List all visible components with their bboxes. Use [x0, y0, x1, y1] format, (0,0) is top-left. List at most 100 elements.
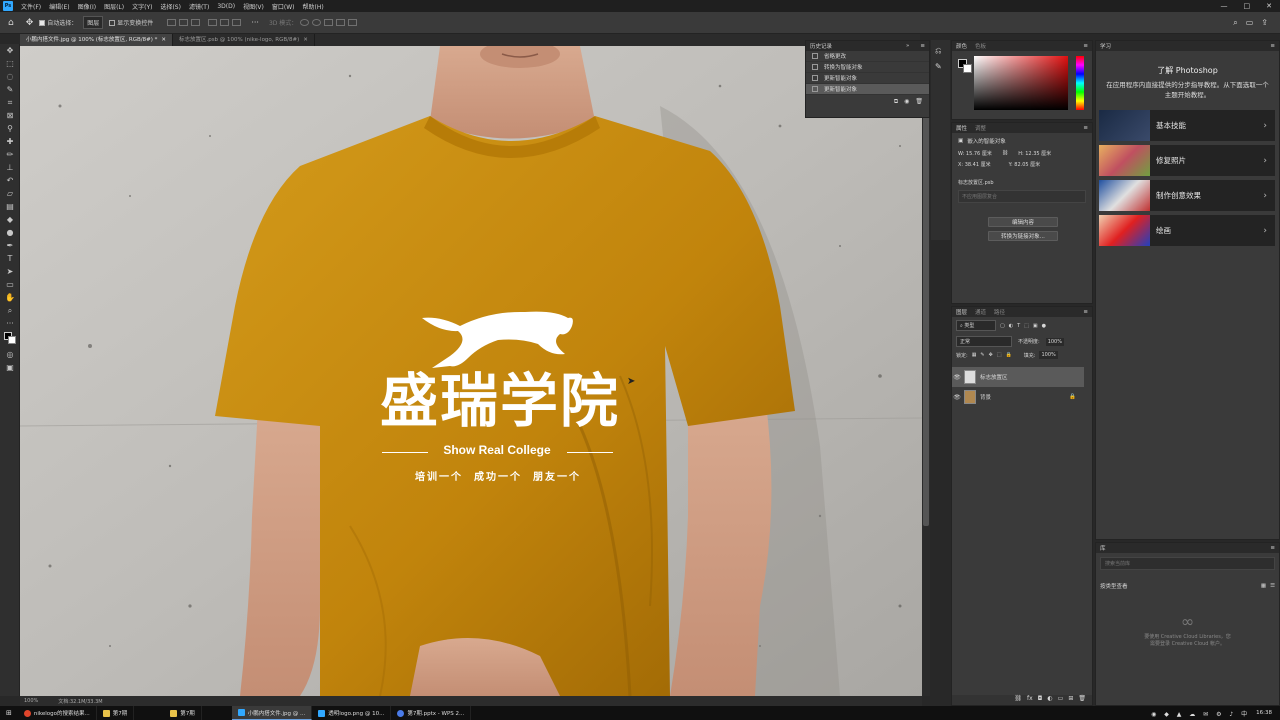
properties-tab[interactable]: 属性 — [956, 124, 967, 132]
shape-tool-icon[interactable]: ▭ — [0, 278, 20, 291]
history-brush-tool-icon[interactable]: ↶ — [0, 174, 20, 187]
zoom-level[interactable]: 100% — [24, 698, 38, 704]
menu-layer[interactable]: 图层(L) — [100, 2, 128, 11]
layer-row[interactable]: 👁 背景 🔒 — [952, 387, 1084, 407]
workspace-icon[interactable]: ▭ — [1246, 18, 1254, 27]
new-layer-icon[interactable]: ⊞ — [1068, 695, 1073, 705]
healing-brush-tool-icon[interactable]: ✚ — [0, 135, 20, 148]
learn-card-basics[interactable]: 基本技能 › — [1099, 110, 1275, 141]
align-top-icon[interactable] — [208, 19, 218, 26]
lock-all-icon[interactable]: 🔒 — [1006, 352, 1012, 358]
minimize-icon[interactable]: — — [1213, 2, 1236, 10]
layer-row[interactable]: 👁 标志放置区 — [952, 367, 1084, 387]
color-swatch-icon[interactable] — [0, 330, 20, 348]
move-tool-icon[interactable]: ✥ — [26, 18, 34, 28]
adjustment-layer-icon[interactable]: ◐ — [1047, 695, 1052, 705]
panel-collapse-icon[interactable]: » — [906, 43, 909, 49]
color-picker-field[interactable] — [974, 56, 1068, 110]
lock-pixels-icon[interactable]: ▦ — [972, 352, 977, 358]
history-panel-icon[interactable]: ⎌ — [935, 46, 946, 56]
channels-tab[interactable]: 通道 — [975, 308, 986, 316]
taskbar-item[interactable]: 第7期.pptx - WPS 2... — [391, 706, 472, 720]
taskbar-item-active[interactable]: 小鹏内搭文件.jpg @ ... — [231, 706, 313, 720]
taskbar-item[interactable]: 第7期 — [164, 706, 202, 720]
smart-filter-icon[interactable]: ▣ — [1033, 323, 1038, 329]
edit-contents-button[interactable]: 编辑内容 — [988, 217, 1058, 227]
marquee-tool-icon[interactable]: ⬚ — [0, 57, 20, 70]
tab-document-2[interactable]: 标志放置区.psb @ 100% (nike-logo, RGB/8#) ✕ — [173, 34, 315, 46]
share-icon[interactable]: ⇪ — [1261, 18, 1268, 27]
panel-menu-icon[interactable]: ≡ — [1083, 309, 1088, 315]
blend-mode-dropdown[interactable]: 正常 — [956, 336, 1012, 347]
menu-edit[interactable]: 编辑(E) — [45, 2, 73, 11]
hand-tool-icon[interactable]: ✋ — [0, 291, 20, 304]
hue-slider[interactable] — [1076, 56, 1084, 110]
align-bottom-icon[interactable] — [232, 19, 242, 26]
filter-toggle-icon[interactable]: ● — [1042, 323, 1046, 329]
opacity-input[interactable]: 100% — [1045, 337, 1064, 346]
list-view-icon[interactable]: ☰ — [1270, 583, 1275, 589]
3d-pan-icon[interactable] — [324, 19, 334, 26]
menu-filter[interactable]: 滤镜(T) — [185, 2, 213, 11]
taskbar-item[interactable]: 第7期 — [97, 706, 135, 720]
eyedropper-tool-icon[interactable]: ⚲ — [0, 122, 20, 135]
clone-stamp-tool-icon[interactable]: ⊥ — [0, 161, 20, 174]
y-value[interactable]: Y: 82.05 厘米 — [1009, 161, 1041, 168]
width-value[interactable]: W: 15.76 厘米 — [958, 150, 992, 157]
type-filter-icon[interactable]: T — [1017, 323, 1020, 329]
fill-input[interactable]: 100% — [1039, 351, 1058, 359]
search-icon[interactable]: ⌕ — [1233, 18, 1237, 28]
link-layers-icon[interactable]: ⛓ — [1014, 695, 1022, 705]
snapshot-camera-icon[interactable]: ◉ — [904, 98, 909, 106]
lock-paint-icon[interactable]: ✎ — [980, 352, 984, 358]
maximize-icon[interactable]: □ — [1236, 2, 1259, 10]
pixel-filter-icon[interactable]: ▢ — [1000, 323, 1005, 329]
library-search-input[interactable]: 搜索当前库 — [1100, 557, 1275, 570]
fx-icon[interactable]: fx — [1027, 695, 1033, 705]
tray-icons[interactable]: ◉ ◆ ▲ ☁ ✉ ⚙ ♪ 中 — [1151, 709, 1250, 718]
type-tool-icon[interactable]: T — [0, 252, 20, 265]
menu-help[interactable]: 帮助(H) — [299, 2, 328, 11]
tab-close-icon[interactable]: ✕ — [303, 34, 308, 46]
menu-select[interactable]: 选择(S) — [156, 2, 185, 11]
panel-menu-icon[interactable]: ≡ — [1083, 125, 1088, 131]
quick-mask-icon[interactable]: ◎ — [0, 348, 20, 361]
height-value[interactable]: H: 12.35 厘米 — [1018, 150, 1051, 157]
3d-roll-icon[interactable] — [312, 19, 322, 26]
panel-menu-icon[interactable]: ≡ — [1270, 545, 1275, 551]
3d-orbit-icon[interactable] — [300, 19, 310, 26]
swatches-tab[interactable]: 色板 — [975, 42, 986, 50]
brush-settings-icon[interactable]: ✎ — [935, 62, 946, 71]
learn-tab[interactable]: 学习 — [1100, 42, 1111, 50]
tab-document-1[interactable]: 小鹏内搭文件.jpg @ 100% (标志放置区, RGB/8#) * ✕ — [20, 34, 173, 46]
dodge-tool-icon[interactable]: ● — [0, 226, 20, 239]
frame-tool-icon[interactable]: ⊠ — [0, 109, 20, 122]
delete-layer-icon[interactable]: 🗑 — [1078, 695, 1086, 705]
move-tool-icon[interactable]: ✥ — [0, 44, 20, 57]
history-panel-title[interactable]: 历史记录 — [810, 42, 832, 50]
lock-position-icon[interactable]: ✥ — [989, 352, 993, 358]
adjustments-tab[interactable]: 调整 — [975, 124, 986, 132]
3d-slide-icon[interactable] — [336, 19, 346, 26]
history-item[interactable]: 更新智能对象 — [806, 73, 929, 84]
history-item[interactable]: 省略更改 — [806, 51, 929, 62]
brush-tool-icon[interactable]: ✏ — [0, 148, 20, 161]
menu-window[interactable]: 窗口(W) — [268, 2, 299, 11]
screen-mode-icon[interactable]: ▣ — [0, 361, 20, 374]
learn-card-creative-effects[interactable]: 制作创意效果 › — [1099, 180, 1275, 211]
menu-image[interactable]: 图像(I) — [74, 2, 100, 11]
link-icon[interactable]: ⛓ — [1002, 150, 1008, 157]
grid-view-icon[interactable]: ▦ — [1261, 583, 1266, 589]
document-canvas[interactable]: 盛瑞学院 Show Real College 培训一个 成功一个 朋友一个 ➤ — [20, 46, 922, 696]
crop-tool-icon[interactable]: ⌗ — [0, 96, 20, 109]
visibility-eye-icon[interactable]: 👁 — [952, 374, 962, 381]
lock-artboard-icon[interactable]: ⬚ — [997, 352, 1002, 358]
show-transform-checkbox[interactable] — [109, 19, 116, 26]
zoom-tool-icon[interactable]: ⌕ — [0, 304, 20, 317]
shape-filter-icon[interactable]: ⬚ — [1024, 323, 1029, 329]
new-group-icon[interactable]: ▭ — [1058, 695, 1064, 705]
menu-view[interactable]: 视图(V) — [239, 2, 268, 11]
add-mask-icon[interactable]: ◘ — [1038, 695, 1043, 705]
adjustment-filter-icon[interactable]: ◐ — [1009, 323, 1013, 329]
auto-select-checkbox[interactable] — [39, 19, 46, 26]
